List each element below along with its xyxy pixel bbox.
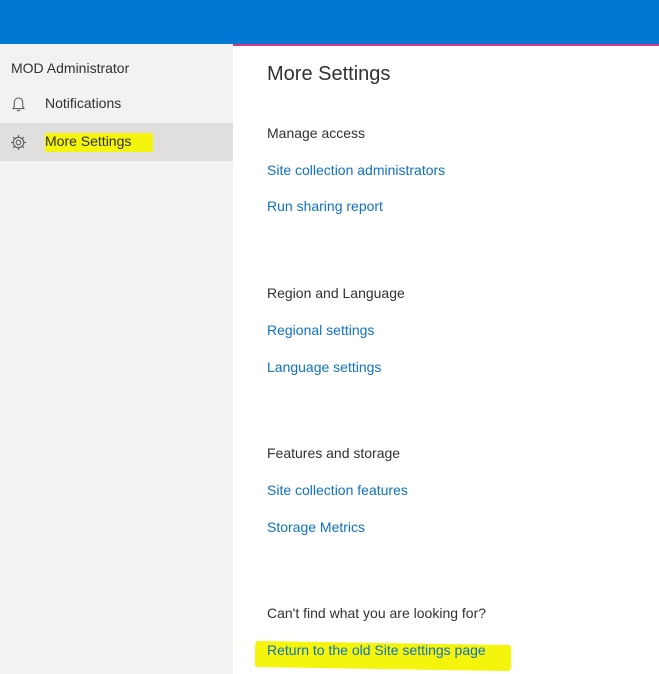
section-heading-manage-access: Manage access bbox=[267, 125, 366, 141]
sidebar-item-more-settings[interactable]: More Settings bbox=[0, 123, 233, 161]
gear-icon bbox=[11, 135, 26, 150]
page-title: More Settings bbox=[267, 63, 391, 85]
link-run-sharing-report[interactable]: Run sharing report bbox=[267, 198, 383, 214]
link-site-collection-administrators[interactable]: Site collection administrators bbox=[267, 162, 445, 178]
section-heading-region-language: Region and Language bbox=[267, 285, 405, 301]
sidebar-item-label: More Settings bbox=[45, 133, 154, 152]
sidebar-item-label: Notifications bbox=[45, 95, 122, 111]
section-heading-features-storage: Features and storage bbox=[267, 445, 401, 461]
link-storage-metrics[interactable]: Storage Metrics bbox=[267, 519, 365, 535]
link-language-settings[interactable]: Language settings bbox=[267, 359, 381, 375]
top-app-bar bbox=[0, 0, 659, 44]
user-name: MOD Administrator bbox=[11, 60, 130, 76]
section-heading-cant-find: Can't find what you are looking for? bbox=[267, 605, 487, 621]
sidebar: MOD Administrator Notifications More Set… bbox=[0, 44, 233, 674]
sidebar-item-notifications[interactable]: Notifications bbox=[0, 85, 233, 123]
main-panel: More Settings Manage access Site collect… bbox=[233, 44, 659, 674]
link-regional-settings[interactable]: Regional settings bbox=[267, 322, 374, 338]
link-return-old-site-settings[interactable]: Return to the old Site settings page bbox=[267, 642, 486, 658]
link-site-collection-features[interactable]: Site collection features bbox=[267, 482, 408, 498]
bell-icon bbox=[12, 97, 25, 112]
